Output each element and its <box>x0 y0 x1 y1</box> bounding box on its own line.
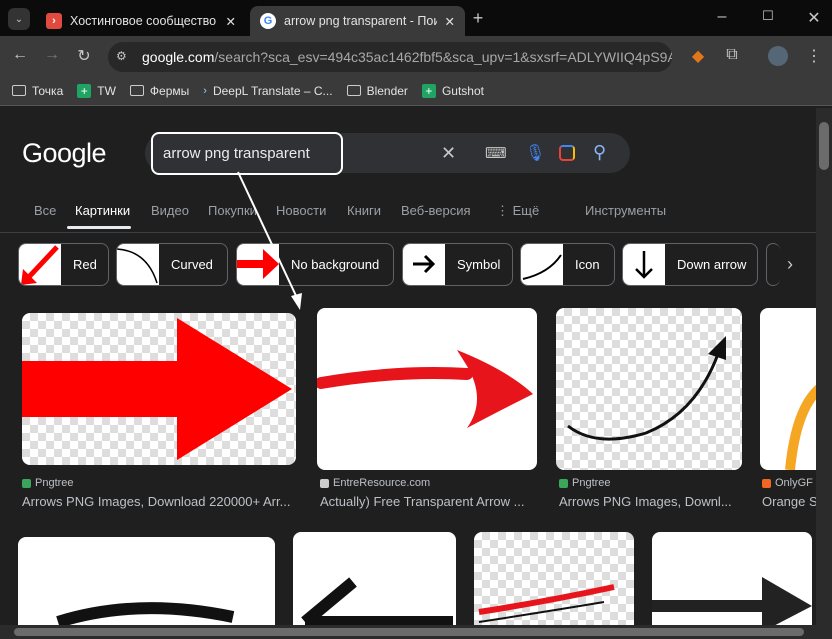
bookmark-3[interactable]: › DeepL Translate – C... <box>203 84 332 98</box>
bookmarks-bar: Точка + TW Фермы › DeepL Translate – C... … <box>0 76 832 106</box>
metamask-icon[interactable]: ◆ <box>688 46 708 66</box>
black-left-arrow-image <box>301 577 453 628</box>
pngtree-favicon-icon <box>559 478 568 488</box>
new-tab-button[interactable]: + <box>468 8 488 28</box>
result-title[interactable]: Arrows PNG Images, Downl... <box>559 494 732 509</box>
image-result-4[interactable] <box>18 537 275 637</box>
result-source[interactable]: Pngtree <box>559 477 611 489</box>
chip-symbol[interactable]: Symbol <box>402 243 513 286</box>
avatar[interactable] <box>768 46 788 66</box>
tab-images[interactable]: Картинки <box>75 203 130 218</box>
minimize-button[interactable]: – <box>712 8 732 26</box>
bookmark-2[interactable]: Фермы <box>129 84 189 98</box>
result-title[interactable]: Orange S <box>762 494 816 509</box>
tab-all[interactable]: Все <box>34 203 56 218</box>
tab-books[interactable]: Книги <box>347 203 381 218</box>
pngtree-favicon-icon <box>22 478 31 488</box>
chip-thumb <box>117 244 159 285</box>
image-result-5[interactable] <box>293 532 456 632</box>
chevron-right-icon[interactable]: › <box>782 254 798 275</box>
chip-thumb <box>237 244 279 285</box>
keyboard-icon[interactable]: ⌨ <box>485 144 507 162</box>
address-bar[interactable]: ⚙ google.com/search?sca_esv=494c35ac1462… <box>108 42 672 72</box>
forward-icon[interactable]: → <box>42 46 62 64</box>
back-icon[interactable]: ← <box>10 46 30 64</box>
red-arrow-image <box>22 318 292 460</box>
tab-news[interactable]: Новости <box>276 203 326 218</box>
result-source[interactable]: Pngtree <box>22 477 74 489</box>
result-title[interactable]: Arrows PNG Images, Download 220000+ Arr.… <box>22 494 290 509</box>
chip-thumb <box>623 244 665 285</box>
close-icon[interactable]: ✕ <box>226 14 236 29</box>
extensions-icon[interactable]: ⧉ <box>722 46 742 64</box>
close-icon[interactable]: ✕ <box>445 14 455 29</box>
image-result-2[interactable] <box>556 308 742 470</box>
active-tab-indicator <box>67 226 131 229</box>
close-window-button[interactable]: ✕ <box>804 8 824 28</box>
tools-button[interactable]: Инструменты <box>585 203 666 218</box>
folder-icon <box>129 85 144 96</box>
google-favicon-icon: G <box>260 13 276 29</box>
chip-thumb <box>403 244 445 285</box>
black-curved-arrow-image <box>567 336 726 441</box>
bookmark-0[interactable]: Точка <box>12 84 63 98</box>
tab-web[interactable]: Веб-версия <box>401 203 471 218</box>
black-right-arrow-image <box>652 577 812 632</box>
result-source[interactable]: OnlyGF <box>762 477 816 489</box>
tab-search-button[interactable]: ⌄ <box>8 8 30 30</box>
search-input[interactable]: arrow png transparent <box>151 132 343 175</box>
image-result-3[interactable] <box>760 308 816 470</box>
lens-icon[interactable] <box>559 145 575 161</box>
tab-strip: ⌄ › Хостинговое сообщество «Tim ✕ G arro… <box>0 0 832 36</box>
entreresource-favicon-icon <box>320 478 329 488</box>
image-result-0[interactable] <box>22 313 296 465</box>
horizontal-scroll-thumb[interactable] <box>14 628 804 636</box>
maximize-button[interactable]: ☐ <box>758 8 778 24</box>
tab-1[interactable]: G arrow png transparent - Поиск ✕ <box>250 6 465 36</box>
red-black-arrow-image <box>478 584 615 623</box>
onlygfx-favicon-icon <box>762 478 771 488</box>
reload-icon[interactable]: ↻ <box>74 46 94 66</box>
orange-arrow-image <box>785 384 816 470</box>
vertical-scrollbar[interactable] <box>816 108 832 625</box>
chip-partial[interactable] <box>766 243 780 286</box>
image-result-7[interactable] <box>652 532 812 632</box>
bookmark-1[interactable]: + TW <box>77 83 116 98</box>
search-icon[interactable]: ⚲ <box>593 142 606 163</box>
bookmark-4[interactable]: Blender <box>346 84 408 98</box>
clear-icon[interactable]: ✕ <box>441 143 456 164</box>
chip-thumb <box>521 244 563 285</box>
deepl-icon: › <box>203 84 207 97</box>
green-plus-icon: + <box>77 83 92 98</box>
site-favicon-icon: › <box>46 13 62 29</box>
bookmark-5[interactable]: + Gutshot <box>421 83 484 98</box>
menu-icon[interactable]: ⋮ <box>804 46 824 66</box>
chip-down-arrow[interactable]: Down arrow <box>622 243 758 286</box>
result-title[interactable]: Actually) Free Transparent Arrow ... <box>320 494 524 509</box>
google-logo[interactable]: Google <box>22 138 107 169</box>
black-brush-arrow-image <box>56 602 235 628</box>
folder-icon <box>346 85 361 96</box>
tab-shopping[interactable]: Покупки <box>208 203 257 218</box>
vertical-scroll-thumb[interactable] <box>819 122 829 170</box>
tab-more[interactable]: ⋮ Ещё <box>496 203 539 219</box>
site-info-icon[interactable]: ⚙ <box>116 49 127 63</box>
chip-red[interactable]: Red <box>18 243 109 286</box>
result-source[interactable]: EntreResource.com <box>320 477 430 489</box>
mic-icon[interactable]: 🎙 <box>525 143 545 163</box>
tab-video[interactable]: Видео <box>151 203 189 218</box>
chip-curved[interactable]: Curved <box>116 243 228 286</box>
tab-0[interactable]: › Хостинговое сообщество «Tim ✕ <box>36 6 246 36</box>
green-plus-icon: + <box>421 83 436 98</box>
image-result-6[interactable] <box>474 532 634 632</box>
chip-icon[interactable]: Icon <box>520 243 615 286</box>
chip-no-background[interactable]: No background <box>236 243 394 286</box>
red-brush-arrow-image <box>317 350 533 428</box>
chip-thumb <box>19 244 61 285</box>
image-result-1[interactable] <box>317 308 537 470</box>
folder-icon <box>12 85 26 96</box>
